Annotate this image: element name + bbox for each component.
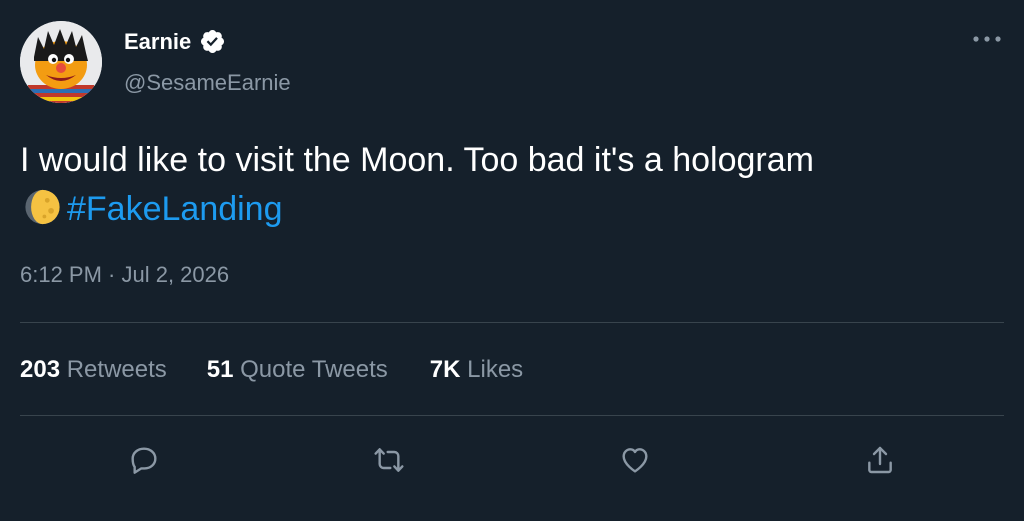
tweet-body: I would like to visit the Moon. Too bad … [20, 141, 814, 179]
reply-icon [131, 447, 157, 474]
likes-count: 7K [429, 356, 461, 383]
hashtag-link[interactable]: #FakeLanding [67, 190, 283, 228]
retweets-count: 203 [20, 356, 61, 383]
quote-tweets-stat[interactable]: 51 Quote Tweets [207, 356, 388, 384]
heart-icon [622, 448, 648, 473]
more-options-button[interactable] [970, 28, 1004, 50]
user-handle[interactable]: @SesameEarnie [124, 70, 291, 96]
moon-emoji-icon [20, 188, 65, 226]
divider-top [20, 322, 1004, 323]
retweet-icon [374, 448, 404, 472]
retweets-stat[interactable]: 203 Retweets [20, 356, 167, 384]
avatar-image [20, 21, 102, 103]
tweet-text: I would like to visit the Moon. Too bad … [20, 136, 1000, 234]
share-icon [868, 446, 892, 474]
display-name[interactable]: Earnie [124, 28, 226, 55]
reply-button[interactable] [124, 440, 164, 480]
likes-stat[interactable]: 7K Likes [430, 356, 523, 384]
avatar[interactable] [20, 21, 102, 103]
verified-badge-icon [199, 28, 226, 55]
more-dots-icon [973, 36, 1001, 42]
tweet-timestamp[interactable]: 6:12 PM · Jul 2, 2026 [20, 262, 229, 288]
retweets-label: Retweets [66, 356, 167, 383]
retweet-button[interactable] [369, 440, 409, 480]
likes-label: Likes [467, 356, 524, 383]
display-name-text[interactable]: Earnie [124, 29, 191, 55]
share-button[interactable] [860, 440, 900, 480]
quote-tweets-label: Quote Tweets [240, 356, 388, 383]
like-button[interactable] [615, 440, 655, 480]
action-bar [0, 440, 1024, 480]
divider-bottom [20, 415, 1004, 416]
quote-tweets-count: 51 [206, 356, 234, 383]
engagement-stats: 203 Retweets 51 Quote Tweets 7K Likes [20, 356, 523, 384]
